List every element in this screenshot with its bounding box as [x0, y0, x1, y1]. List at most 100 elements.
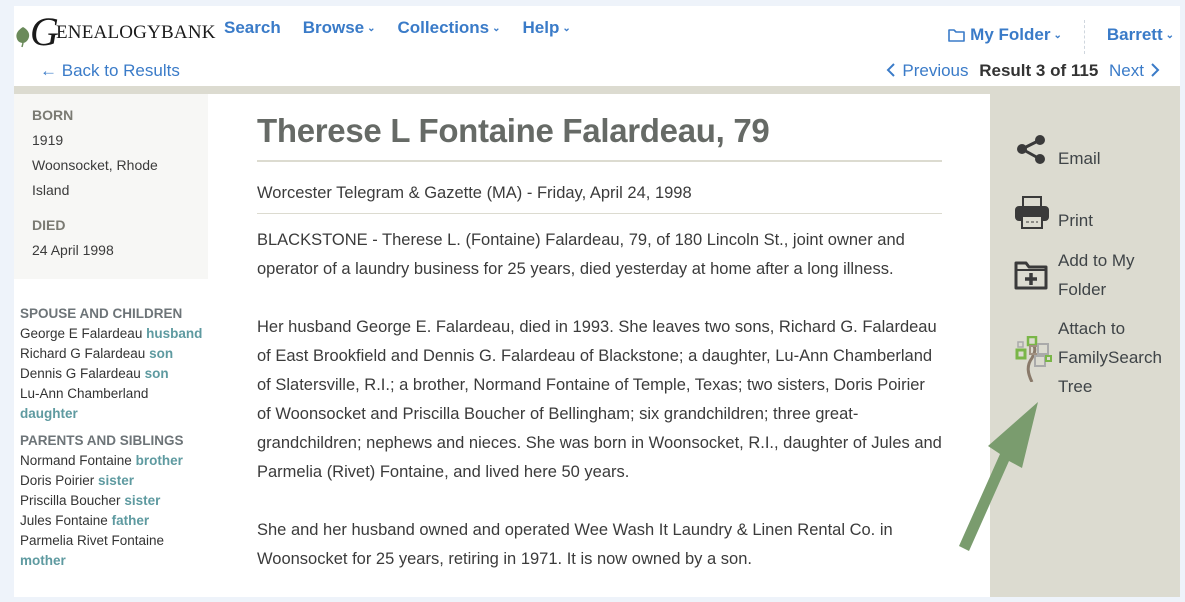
relation-item[interactable]: Lu-Ann Chamberland daughter	[20, 384, 170, 424]
familysearch-label: Attach to FamilySearch Tree	[1058, 314, 1162, 401]
content-top-band	[14, 86, 1180, 94]
print-button[interactable]: Print	[1014, 196, 1093, 239]
next-link[interactable]: Next	[1109, 61, 1160, 80]
chevron-down-icon: ⌄	[1165, 30, 1174, 41]
nav-help-label: Help	[522, 18, 560, 37]
paragraph: Her husband George E. Falardeau, died in…	[257, 318, 942, 481]
obituary-article: Therese L Fontaine Falardeau, 79 Worcest…	[257, 94, 942, 597]
add-folder-line1: Add to My	[1058, 251, 1135, 270]
chevron-down-icon: ⌄	[1053, 30, 1062, 41]
relation-name: Jules Fontaine	[20, 513, 108, 528]
arrow-left-icon: ←	[40, 61, 57, 80]
relation-item[interactable]: Jules Fontaine father	[20, 511, 220, 531]
section-heading: SPOUSE AND CHILDREN	[20, 306, 183, 321]
nav-collections-label: Collections	[397, 18, 490, 37]
chevron-right-icon	[1151, 63, 1160, 77]
relation-role: husband	[146, 326, 203, 341]
email-button[interactable]: Email	[1014, 134, 1101, 175]
born-label: BORN	[32, 107, 74, 123]
my-folder-menu[interactable]: My Folder ⌄	[948, 25, 1062, 45]
folder-plus-icon	[1014, 260, 1058, 299]
add-folder-label: Add to My Folder	[1058, 246, 1135, 304]
relation-name: George E Falardeau	[20, 326, 143, 341]
familysearch-line1: Attach to	[1058, 319, 1126, 338]
account-nav: My Folder ⌄ Barrett ⌄	[948, 18, 1174, 54]
page-title: Therese L Fontaine Falardeau, 79	[257, 112, 942, 162]
relation-role: brother	[135, 453, 183, 468]
share-icon	[1014, 134, 1058, 175]
printer-icon	[1014, 196, 1058, 239]
actions-sidebar: Email Print Add to My Folder Attach to Fam…	[990, 94, 1180, 597]
relation-item[interactable]: Doris Poirier sister	[20, 471, 220, 491]
source-line: Worcester Telegram & Gazette (MA) - Frid…	[257, 162, 942, 214]
previous-label: Previous	[902, 61, 969, 80]
add-to-folder-button[interactable]: Add to My Folder	[1014, 246, 1135, 304]
relation-role: father	[111, 513, 150, 528]
nav-browse-label: Browse	[302, 18, 365, 37]
folder-icon	[948, 29, 965, 42]
my-folder-label: My Folder	[970, 25, 1051, 44]
nav-help[interactable]: Help ⌄	[523, 18, 571, 38]
relation-item[interactable]: Priscilla Boucher sister	[20, 491, 220, 511]
result-pager: Previous Result 3 of 115 Next	[886, 61, 1160, 81]
section-heading: PARENTS AND SIBLINGS	[20, 433, 184, 448]
paragraph: BLACKSTONE - Therese L. (Fontaine) Falar…	[257, 231, 905, 278]
nav-browse[interactable]: Browse ⌄	[303, 18, 376, 38]
relation-item[interactable]: Normand Fontaine brother	[20, 451, 220, 471]
genealogybank-logo[interactable]: G ENEALOGYBANK	[14, 9, 215, 54]
relation-role: sister	[98, 473, 135, 488]
next-label: Next	[1109, 61, 1144, 80]
add-folder-line2: Folder	[1058, 280, 1107, 299]
chevron-down-icon: ⌄	[367, 23, 376, 34]
relation-item[interactable]: George E Falardeau husband	[20, 324, 220, 344]
email-label: Email	[1058, 149, 1101, 168]
attach-familysearch-button[interactable]: Attach to FamilySearch Tree	[1014, 314, 1162, 401]
back-to-results-link[interactable]: ← Back to Results	[40, 61, 180, 81]
relation-name: Lu-Ann Chamberland	[20, 386, 149, 401]
chevron-down-icon: ⌄	[492, 23, 501, 34]
relation-role: son	[144, 366, 169, 381]
relation-role: son	[149, 346, 174, 361]
relation-role: daughter	[20, 406, 78, 421]
relation-name: Normand Fontaine	[20, 453, 132, 468]
logo-text: ENEALOGYBANK	[56, 22, 216, 43]
relation-name: Richard G Falardeau	[20, 346, 146, 361]
relation-role: mother	[20, 553, 66, 568]
relation-item[interactable]: Richard G Falardeau son	[20, 344, 220, 364]
died-label: DIED	[32, 217, 66, 233]
familysearch-line2: FamilySearch	[1058, 348, 1162, 367]
nav-collections[interactable]: Collections ⌄	[398, 18, 501, 38]
relation-name: Doris Poirier	[20, 473, 95, 488]
familysearch-line3: Tree	[1058, 377, 1093, 396]
chevron-left-icon	[886, 63, 896, 77]
relation-item[interactable]: Dennis G Falardeau son	[20, 364, 220, 384]
spouse-children-section: SPOUSE AND CHILDREN George E Falardeau h…	[20, 304, 220, 424]
relation-name: Parmelia Rivet Fontaine	[20, 533, 165, 548]
vitals-card: BORN 1919 Woonsocket, Rhode Island DIED …	[14, 94, 208, 279]
print-label: Print	[1058, 211, 1093, 230]
nav-search-label: Search	[224, 18, 281, 37]
nav-divider	[1083, 20, 1085, 54]
relation-name: Dennis G Falardeau	[20, 366, 141, 381]
parents-siblings-section: PARENTS AND SIBLINGS Normand Fontaine br…	[20, 431, 220, 571]
obituary-text: BLACKSTONE - Therese L. (Fontaine) Falar…	[257, 226, 942, 574]
chevron-down-icon: ⌄	[562, 23, 571, 34]
back-label: Back to Results	[61, 61, 180, 80]
nav-search[interactable]: Search	[224, 18, 281, 38]
user-name: Barrett	[1106, 25, 1163, 44]
relation-item[interactable]: Parmelia Rivet Fontaine mother	[20, 531, 190, 571]
died-date: 24 April 1998	[32, 242, 114, 258]
familysearch-tree-icon	[1014, 335, 1058, 391]
born-year: 1919	[32, 132, 64, 148]
main-nav: Search Browse ⌄ Collections ⌄ Help ⌄	[224, 18, 571, 38]
relation-role: sister	[124, 493, 161, 508]
born-place-line1: Woonsocket, Rhode	[32, 157, 158, 173]
born-place-line2: Island	[32, 182, 70, 198]
previous-link[interactable]: Previous	[886, 61, 969, 80]
logo-initial: G	[30, 9, 59, 54]
page: G ENEALOGYBANK Search Browse ⌄ Collection…	[14, 6, 1180, 597]
user-menu[interactable]: Barrett ⌄	[1107, 25, 1174, 45]
result-count: Result 3 of 115	[979, 61, 1099, 80]
paragraph: She and her husband owned and operated W…	[257, 521, 893, 568]
relation-name: Priscilla Boucher	[20, 493, 121, 508]
